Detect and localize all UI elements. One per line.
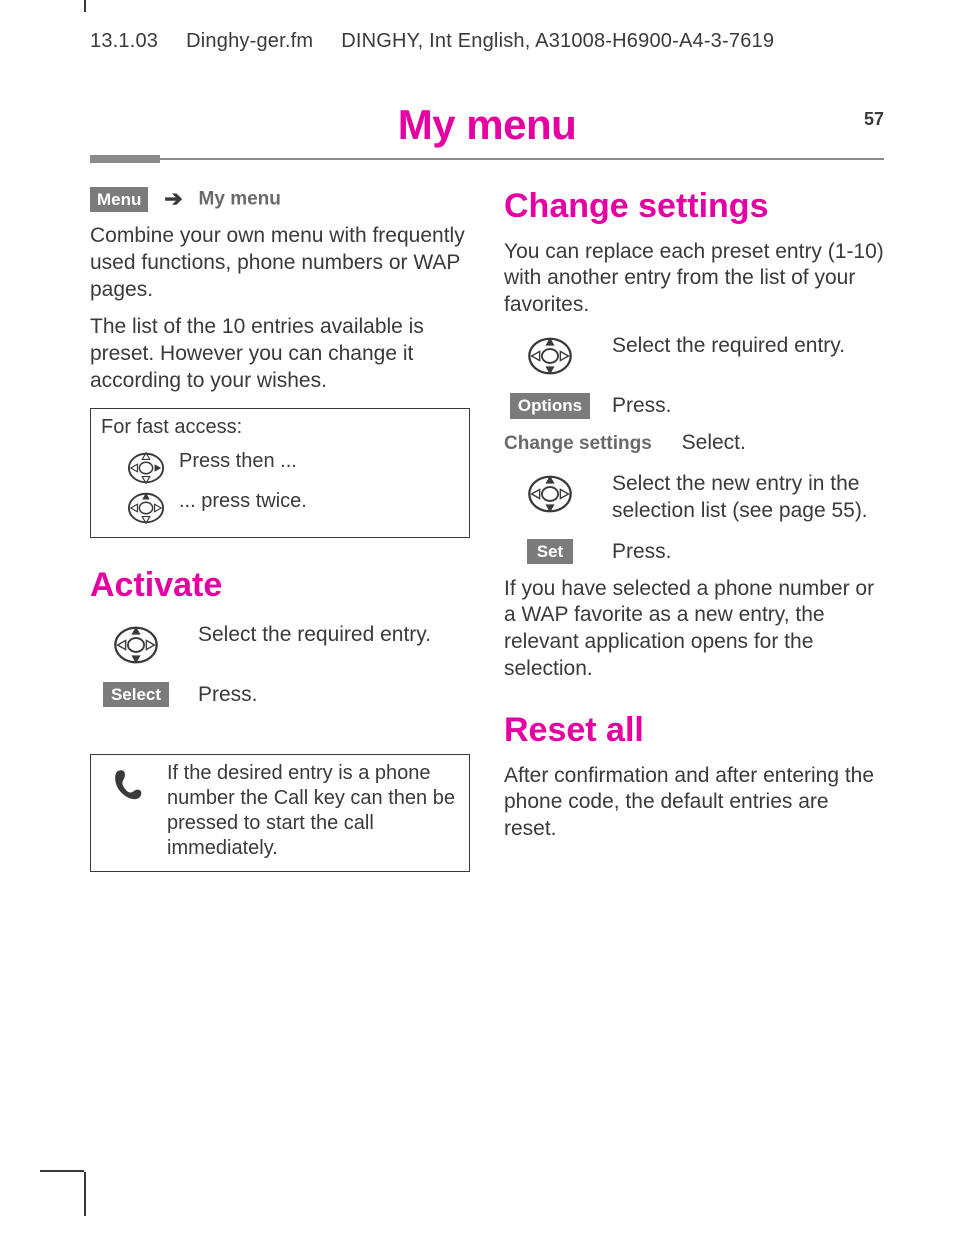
menu-softkey[interactable]: Menu <box>90 187 148 213</box>
nav-right-icon <box>101 449 165 487</box>
nav-updown-icon <box>504 471 596 517</box>
header-doc: DINGHY, Int English, A31008-H6900-A4-3-7… <box>341 30 774 53</box>
arrow-right-icon: ➔ <box>164 185 182 213</box>
activate-heading: Activate <box>90 564 470 608</box>
change-settings-heading: Change settings <box>504 185 884 229</box>
running-header: 13.1.03 Dinghy-ger.fm DINGHY, Int Englis… <box>90 30 884 53</box>
title-underline <box>90 155 884 163</box>
change-step-3: Select. <box>682 431 746 454</box>
set-softkey[interactable]: Set <box>527 539 573 565</box>
change-settings-row: Change settings Select. <box>504 430 884 457</box>
activate-step-2: Press. <box>198 682 470 709</box>
change-step-1: Select the required entry. <box>612 333 884 360</box>
breadcrumb-target: My menu <box>199 189 281 210</box>
phone-icon <box>99 761 157 861</box>
activate-step-1: Select the required entry. <box>198 622 470 649</box>
nav-updown-icon <box>101 489 165 527</box>
page-number: 57 <box>864 109 884 130</box>
change-settings-label: Change settings <box>504 433 652 454</box>
call-note-box: If the desired entry is a phone number t… <box>90 754 470 872</box>
header-date: 13.1.03 <box>90 30 158 53</box>
intro-para-1: Combine your own menu with frequently us… <box>90 223 470 304</box>
nav-updown-icon <box>504 333 596 379</box>
breadcrumb: Menu ➔ My menu <box>90 185 470 213</box>
reset-body: After confirmation and after entering th… <box>504 763 884 844</box>
header-file: Dinghy-ger.fm <box>186 30 313 53</box>
fast-access-box: For fast access: Press then ... <box>90 408 470 538</box>
reset-all-heading: Reset all <box>504 709 884 753</box>
fast-access-title: For fast access: <box>101 415 459 441</box>
nav-updown-icon <box>90 622 182 668</box>
select-softkey[interactable]: Select <box>103 682 169 708</box>
intro-para-2: The list of the 10 entries available is … <box>90 314 470 395</box>
fast-step-1: Press then ... <box>179 449 459 475</box>
call-note-text: If the desired entry is a phone number t… <box>167 761 461 861</box>
change-step-4: Select the new entry in the selection li… <box>612 471 884 525</box>
page-title: My menu <box>90 101 884 149</box>
change-intro: You can replace each preset entry (1-10)… <box>504 239 884 320</box>
change-step-5: Press. <box>612 539 884 566</box>
options-softkey[interactable]: Options <box>510 393 590 419</box>
fast-step-2: ... press twice. <box>179 489 459 515</box>
change-outro: If you have selected a phone number or a… <box>504 576 884 684</box>
change-step-2: Press. <box>612 393 884 420</box>
